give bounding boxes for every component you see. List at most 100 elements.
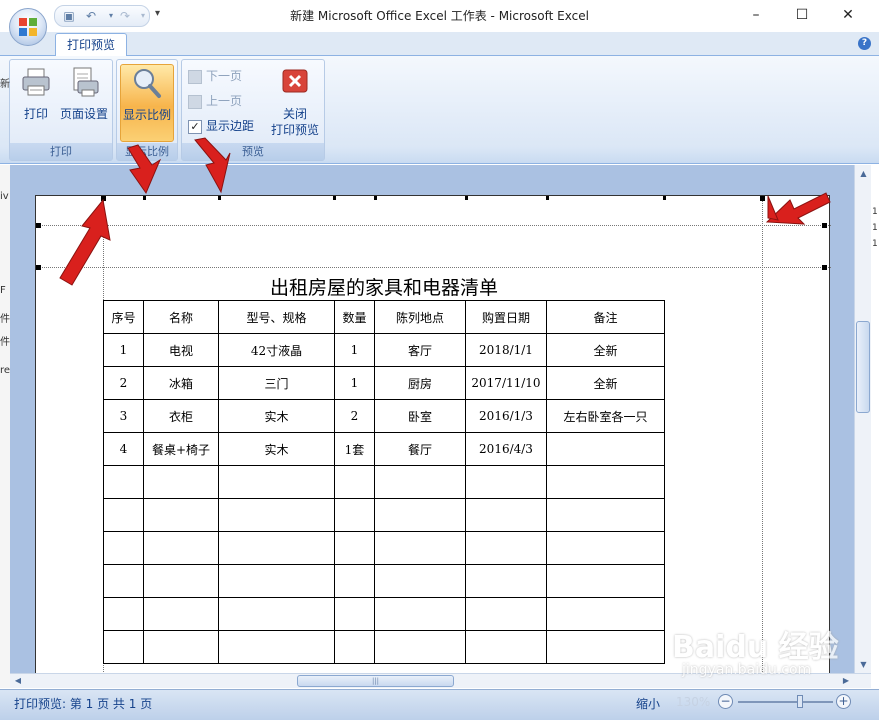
minimize-button[interactable]: –	[733, 0, 779, 30]
table-cell	[143, 564, 219, 598]
table-row-empty	[103, 564, 665, 598]
table-row: 2 冰箱 三门 1 厨房 2017/11/10 全新	[103, 366, 665, 400]
table-cell	[546, 630, 665, 664]
inventory-table: 序号 名称 型号、规格 数量 陈列地点 购置日期 备注 1 电视 42寸液晶 1 客厅 2018/1/1…	[103, 300, 665, 664]
title-bar: ▣ ↶ ▾ ↷ ▾ ▾ 新建 Microsoft Office Excel 工作…	[0, 0, 879, 32]
scroll-up-icon[interactable]: ▲	[857, 167, 870, 180]
table-cell	[143, 630, 219, 664]
table-cell	[218, 531, 335, 565]
maximize-button[interactable]: ☐	[779, 0, 825, 30]
table-cell	[334, 630, 375, 664]
scroll-left-icon[interactable]: ◀	[12, 675, 24, 687]
column-handle[interactable]	[333, 196, 336, 200]
page-setup-button[interactable]: 页面设置	[58, 64, 110, 140]
next-page-button[interactable]: 下一页	[188, 66, 242, 86]
table-cell	[103, 531, 144, 565]
office-button[interactable]	[9, 8, 47, 46]
margin-handle[interactable]	[36, 223, 41, 228]
margin-handle[interactable]	[101, 196, 106, 201]
margin-handle[interactable]	[822, 223, 827, 228]
table-cell: 1	[334, 366, 375, 400]
zoom-slider[interactable]	[738, 701, 833, 703]
table-cell	[546, 564, 665, 598]
zoom-slider-thumb[interactable]	[797, 695, 803, 708]
prev-page-button[interactable]: 上一页	[188, 91, 242, 111]
left-strip-char: 件	[0, 314, 10, 325]
close-window-button[interactable]: ✕	[825, 0, 871, 30]
preview-group: 下一页 上一页 ✓ 显示边距 关闭 打印预览 预览	[181, 59, 325, 161]
table-cell: 衣柜	[143, 399, 219, 433]
margin-handle[interactable]	[36, 265, 41, 270]
vertical-scrollbar[interactable]: ▲ ▼	[854, 165, 871, 673]
scroll-right-icon[interactable]: ▶	[840, 675, 852, 687]
right-margin-line[interactable]	[762, 196, 763, 673]
ribbon: 打印 页面设置 打印 显示比例 显示比例 下一页 上一页 ✓ 显示边距 关闭 打…	[0, 56, 879, 164]
table-cell	[103, 465, 144, 499]
right-strip-char: 1	[872, 223, 878, 233]
zoom-level[interactable]: 130%	[676, 695, 710, 709]
table-cell	[546, 432, 665, 466]
close-preview-button[interactable]: 关闭 打印预览	[268, 64, 322, 140]
header-margin-line[interactable]	[36, 225, 831, 226]
table-cell	[103, 597, 144, 631]
column-handle[interactable]	[465, 196, 468, 200]
column-handle[interactable]	[663, 196, 666, 200]
table-cell	[374, 630, 466, 664]
close-preview-label: 关闭 打印预览	[268, 106, 322, 138]
table-cell: 1	[103, 333, 144, 367]
zoom-label: 显示比例	[122, 108, 171, 122]
table-cell: 电视	[143, 333, 219, 367]
column-handle[interactable]	[374, 196, 377, 200]
table-cell	[465, 630, 547, 664]
tab-print-preview[interactable]: 打印预览	[55, 33, 127, 57]
zoom-group-label: 显示比例	[117, 143, 177, 160]
table-cell	[546, 597, 665, 631]
show-margins-checkbox[interactable]: ✓ 显示边距	[188, 116, 254, 136]
scroll-down-icon[interactable]: ▼	[857, 658, 870, 671]
table-cell	[546, 531, 665, 565]
table-cell	[218, 564, 335, 598]
help-icon[interactable]: ?	[858, 37, 871, 50]
left-strip-char: 件	[0, 337, 10, 348]
column-handle[interactable]	[546, 196, 549, 200]
table-row: 4 餐桌+椅子 实木 1套 餐厅 2016/4/3	[103, 432, 665, 466]
table-cell: 型号、规格	[218, 300, 335, 334]
horizontal-scroll-thumb[interactable]: |||	[297, 675, 454, 687]
column-handle[interactable]	[143, 196, 146, 200]
table-cell: 数量	[334, 300, 375, 334]
zoom-out-label: 缩小	[636, 697, 661, 711]
top-margin-line[interactable]	[36, 267, 831, 268]
close-preview-label-line2: 打印预览	[270, 123, 319, 137]
print-group-label: 打印	[10, 143, 112, 160]
table-cell	[334, 531, 375, 565]
vertical-scroll-thumb[interactable]	[856, 321, 870, 413]
horizontal-scrollbar[interactable]: ◀ ||| ▶	[10, 673, 871, 688]
table-row: 1 电视 42寸液晶 1 客厅 2018/1/1 全新	[103, 333, 665, 367]
page-setup-icon	[73, 67, 99, 97]
table-cell	[334, 465, 375, 499]
margin-handle[interactable]	[760, 196, 765, 201]
column-handle[interactable]	[218, 196, 221, 200]
table-cell: 4	[103, 432, 144, 466]
table-cell: 餐桌+椅子	[143, 432, 219, 466]
table-cell	[143, 597, 219, 631]
table-cell	[218, 597, 335, 631]
table-cell: 购置日期	[465, 300, 547, 334]
table-cell	[143, 465, 219, 499]
table-cell	[465, 531, 547, 565]
table-cell	[334, 498, 375, 532]
zoom-button[interactable]: 显示比例	[120, 64, 174, 142]
table-cell: 全新	[546, 333, 665, 367]
left-strip-char: F	[0, 285, 6, 296]
zoom-group: 显示比例 显示比例	[116, 59, 178, 161]
table-cell	[143, 531, 219, 565]
margin-handle[interactable]	[822, 265, 827, 270]
table-cell: 左右卧室各一只	[546, 399, 665, 433]
zoom-out-button[interactable]: −	[718, 694, 733, 709]
table-header-row: 序号 名称 型号、规格 数量 陈列地点 购置日期 备注	[103, 300, 665, 334]
zoom-in-button[interactable]: +	[836, 694, 851, 709]
print-button[interactable]: 打印	[14, 64, 58, 140]
table-cell: 2016/4/3	[465, 432, 547, 466]
table-cell: 42寸液晶	[218, 333, 335, 367]
table-cell: 备注	[546, 300, 665, 334]
